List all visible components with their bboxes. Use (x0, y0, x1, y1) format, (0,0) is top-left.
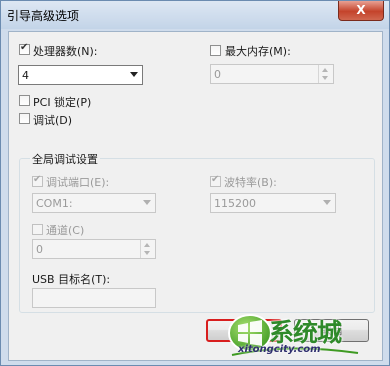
processors-checkbox[interactable] (19, 42, 30, 55)
baud-rate-value: 115200 (214, 197, 256, 210)
debug-label: 调试(D) (33, 114, 73, 127)
usb-target-input[interactable] (32, 288, 156, 308)
max-memory-stepper[interactable]: 0 (210, 64, 334, 84)
processors-select[interactable]: 4 (18, 65, 143, 85)
title-bar[interactable]: 引导高级选项 X (1, 1, 389, 29)
spin-down-icon[interactable] (144, 251, 150, 255)
debug-port-label: 调试端口(E): (46, 176, 110, 189)
debug-port-value: COM1: (36, 197, 73, 210)
watermark-url: xitongcity.com (238, 344, 321, 355)
debug-port-checkbox[interactable] (32, 174, 43, 187)
chevron-down-icon (323, 200, 331, 205)
processors-label: 处理器数(N): (33, 45, 98, 58)
spin-up-icon[interactable] (144, 243, 150, 247)
max-memory-label: 最大内存(M): (225, 45, 291, 58)
pci-lock-checkbox[interactable] (19, 95, 30, 106)
baud-rate-checkbox[interactable] (210, 174, 221, 187)
boot-advanced-options-dialog: 引导高级选项 X 处理器数(N): 4 最大内存(M): 0 PCI 锁定(P)… (0, 0, 390, 366)
channel-stepper[interactable]: 0 (32, 239, 156, 259)
pci-lock-label: PCI 锁定(P) (33, 96, 92, 109)
spin-up-icon[interactable] (322, 68, 328, 72)
max-memory-checkbox[interactable] (210, 45, 221, 56)
window-title: 引导高级选项 (7, 9, 80, 23)
channel-checkbox[interactable] (32, 224, 43, 235)
global-debug-title: 全局调试设置 (30, 151, 100, 167)
spin-down-icon[interactable] (322, 76, 328, 80)
chevron-down-icon (143, 200, 151, 205)
baud-rate-select[interactable]: 115200 (210, 193, 336, 213)
debug-port-select[interactable]: COM1: (32, 193, 156, 213)
channel-label: 通道(C) (46, 224, 85, 237)
close-button[interactable]: X (338, 1, 384, 21)
chevron-down-icon (130, 72, 138, 77)
close-icon: X (356, 3, 366, 17)
usb-target-label: USB 目标名(T): (32, 273, 111, 286)
processors-value: 4 (22, 69, 29, 82)
max-memory-value: 0 (214, 68, 221, 81)
debug-checkbox[interactable] (19, 113, 30, 124)
baud-rate-label: 波特率(B): (224, 176, 277, 189)
dialog-body: 处理器数(N): 4 最大内存(M): 0 PCI 锁定(P) 调试(D) 全局… (8, 31, 383, 361)
channel-value: 0 (36, 243, 43, 256)
